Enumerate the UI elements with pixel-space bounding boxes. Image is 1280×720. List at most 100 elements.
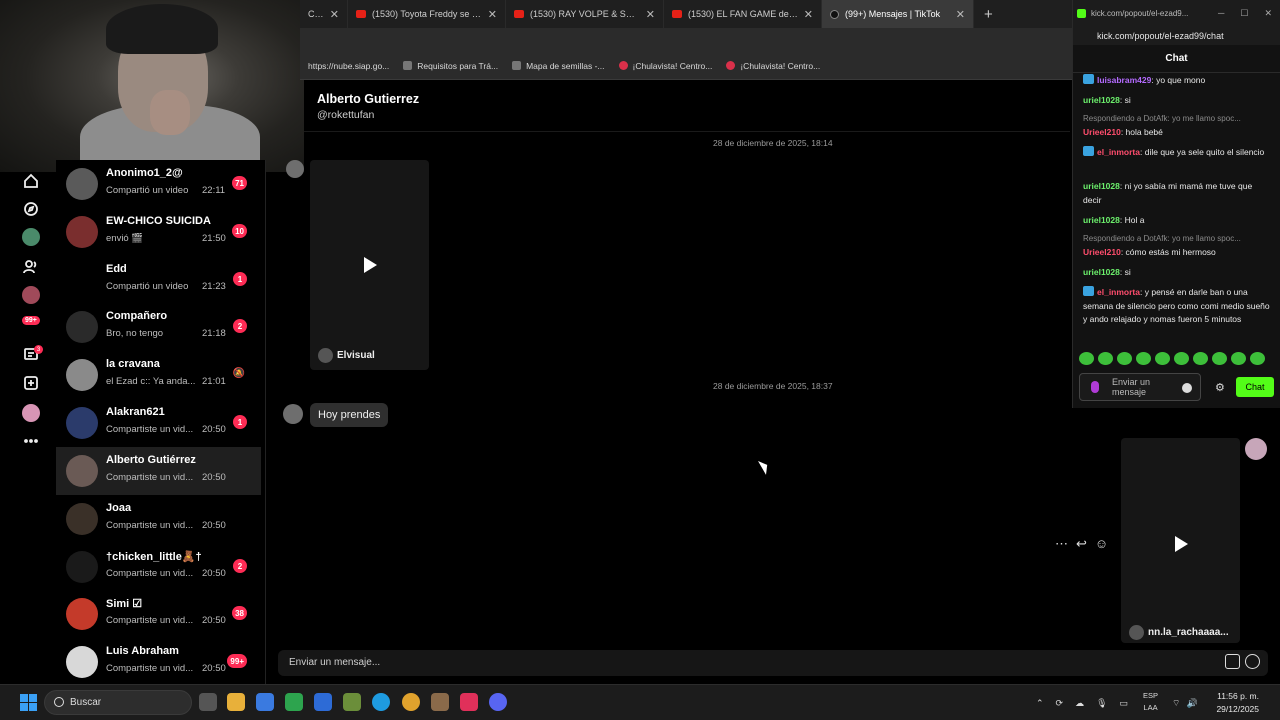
conversation-item[interactable]: Edd Compartió un video 21:23 1 <box>56 256 261 304</box>
chat-username[interactable]: luisabram429 <box>1097 75 1151 85</box>
play-icon[interactable] <box>364 257 377 273</box>
kick-chat-message[interactable]: uriel1028: si <box>1083 266 1271 280</box>
conversation-item[interactable]: Simi ☑ Compartiste un vid... 20:50 38 <box>56 590 261 638</box>
language-indicator[interactable]: ESP LAA <box>1143 690 1158 714</box>
kick-chat-message[interactable]: Urieel210: hola bebé <box>1083 126 1271 140</box>
conversation-item[interactable]: †chicken_little🧸† Compartiste un vid... 20… <box>56 543 261 591</box>
close-icon[interactable]: ✕ <box>804 8 813 21</box>
file-explorer-icon[interactable] <box>227 693 245 711</box>
kick-chat-message[interactable]: Urieel210: cómo estás mi hermoso <box>1083 246 1271 260</box>
emote-icon[interactable] <box>1174 352 1189 365</box>
browser-tab[interactable]: (1530) EL FAN GAME de FNAF✕ <box>664 0 822 28</box>
chat-username[interactable]: Urieel210 <box>1083 247 1121 257</box>
xbox-icon[interactable] <box>285 693 303 711</box>
browser-tab-active[interactable]: (99+) Mensajes | TikTok ✕ <box>822 0 974 28</box>
mic-icon[interactable] <box>1091 381 1099 393</box>
explore-icon[interactable] <box>22 200 40 218</box>
chat-username[interactable]: el_inmorta <box>1097 287 1140 297</box>
kick-chat-message[interactable]: el_inmorta: y pensé en darle ban o una s… <box>1083 286 1271 327</box>
bookmark[interactable]: ¡Chulavista! Centro... <box>726 61 820 71</box>
chat-contact-name[interactable]: Alberto Gutierrez <box>317 92 419 106</box>
kick-chat-message[interactable]: el_inmorta: dile que ya sele quito el si… <box>1083 146 1271 160</box>
emote-icon[interactable] <box>1117 352 1132 365</box>
gear-icon[interactable]: ⚙ <box>1215 381 1225 394</box>
system-tray-status[interactable]: ⌔ 🔊 <box>1172 685 1198 720</box>
discord-icon[interactable] <box>489 693 507 711</box>
store-icon[interactable] <box>256 693 274 711</box>
cloud-icon[interactable]: ☁ <box>1075 698 1084 709</box>
message-bubble[interactable]: Hoy prendes <box>310 403 389 427</box>
shared-video-card[interactable]: nn.la_rachaaaa... <box>1121 438 1240 643</box>
send-chat-button[interactable]: Chat <box>1236 377 1274 397</box>
image-icon[interactable] <box>1225 654 1240 669</box>
chat-username[interactable]: uriel1028 <box>1083 181 1120 191</box>
chrome-icon[interactable] <box>402 693 420 711</box>
kick-chat-input[interactable]: Enviar un mensaje <box>1079 373 1201 401</box>
app-icon[interactable] <box>431 693 449 711</box>
mic-icon[interactable]: 🎙 <box>1096 698 1107 709</box>
conversation-item[interactable]: Joaa Compartiste un vid... 20:50 <box>56 495 261 543</box>
new-tab-button[interactable]: + <box>974 6 1003 23</box>
close-icon[interactable]: ✕ <box>646 8 655 21</box>
bookmark[interactable]: ¡Chulavista! Centro... <box>618 61 712 71</box>
maximize-icon[interactable]: ☐ <box>1240 8 1248 19</box>
more-icon[interactable] <box>22 432 40 450</box>
sync-icon[interactable]: ⟳ <box>1056 698 1064 709</box>
composer-placeholder[interactable]: Enviar un mensaje... <box>289 657 380 668</box>
profile-icon[interactable] <box>22 286 40 304</box>
bookmark[interactable]: https://nube.siap.go... <box>308 61 389 71</box>
conversation-item[interactable]: Compañero Bro, no tengo 21:18 2 <box>56 303 261 351</box>
close-icon[interactable]: ✕ <box>488 8 497 21</box>
popout-url[interactable]: kick.com/popout/el-ezad99/chat <box>1073 27 1280 45</box>
windows-start-icon[interactable] <box>20 694 37 711</box>
chat-username[interactable]: Urieel210 <box>1083 127 1121 137</box>
emote-icon[interactable] <box>1231 352 1246 365</box>
close-icon[interactable]: ✕ <box>330 8 339 21</box>
browser-tab[interactable]: (1530) RAY VOLPE & SULLIVAN✕ <box>506 0 664 28</box>
close-icon[interactable]: ✕ <box>956 8 965 21</box>
emoji-icon[interactable]: ☺ <box>1095 536 1108 552</box>
reply-context[interactable]: Respondiendo a DotAfk: yo me llamo spoc.… <box>1083 114 1241 123</box>
app-icon[interactable] <box>314 693 332 711</box>
conversation-item[interactable]: Anonimo1_2@ Compartió un video 22:11 71 <box>56 160 261 208</box>
taskbar-clock[interactable]: 11:56 p. m. 29/12/2025 <box>1197 690 1259 716</box>
browser-tab[interactable]: (1530) Toyota Freddy se ríe mu✕ <box>348 0 506 28</box>
emote-icon[interactable] <box>1155 352 1170 365</box>
task-view-icon[interactable] <box>199 693 217 711</box>
taskbar-search[interactable]: Buscar <box>44 690 192 715</box>
bookmark[interactable]: Requisitos para Trá... <box>403 61 498 71</box>
play-icon[interactable] <box>1175 536 1188 552</box>
emote-icon[interactable] <box>1079 352 1094 365</box>
chat-username[interactable]: el_inmorta <box>1097 147 1140 157</box>
more-icon[interactable]: ⋯ <box>1055 536 1068 552</box>
address-bar[interactable] <box>300 28 1072 52</box>
chat-username[interactable]: uriel1028 <box>1083 215 1120 225</box>
minimize-icon[interactable]: ─ <box>1218 8 1224 19</box>
friends-icon[interactable] <box>22 258 40 276</box>
kick-chat-message[interactable]: uriel1028: ni yo sabía mi mamá me tuve q… <box>1083 180 1271 207</box>
emote-icon[interactable] <box>1098 352 1113 365</box>
emote-icon[interactable] <box>1212 352 1227 365</box>
conversation-item[interactable]: Alberto Gutiérrez Compartiste un vid... 20… <box>56 447 261 495</box>
close-icon[interactable]: ✕ <box>1264 8 1272 19</box>
chevron-up-icon[interactable]: ⌃ <box>1036 698 1044 709</box>
avatar-icon[interactable] <box>22 404 40 422</box>
conversation-item[interactable]: EW-CHICO SUICIDA envió 🎬 21:50 10 <box>56 208 261 256</box>
minecraft-icon[interactable] <box>343 693 361 711</box>
upload-icon[interactable] <box>22 374 40 392</box>
reply-icon[interactable]: ↩ <box>1076 536 1087 552</box>
app-tray-icon[interactable]: ▭ <box>1120 698 1129 709</box>
tiktok-icon[interactable] <box>460 693 478 711</box>
edge-icon[interactable] <box>372 693 390 711</box>
chat-username[interactable]: uriel1028 <box>1083 267 1120 277</box>
conversation-item[interactable]: la cravana el Ezad c:: Ya anda... 21:01 🔕 <box>56 351 261 399</box>
browser-tab[interactable]: C, B ✕ <box>300 0 348 28</box>
emoji-icon[interactable] <box>1245 654 1260 669</box>
emoji-icon[interactable] <box>1182 383 1192 393</box>
emote-icon[interactable] <box>1250 352 1265 365</box>
bookmark[interactable]: Mapa de semillas -... <box>512 61 605 71</box>
following-icon[interactable] <box>22 228 40 246</box>
kick-chat-message[interactable]: luisabram429: yo que mono <box>1083 74 1271 88</box>
chat-contact-handle[interactable]: @rokettufan <box>317 109 374 121</box>
home-icon[interactable] <box>22 172 40 190</box>
